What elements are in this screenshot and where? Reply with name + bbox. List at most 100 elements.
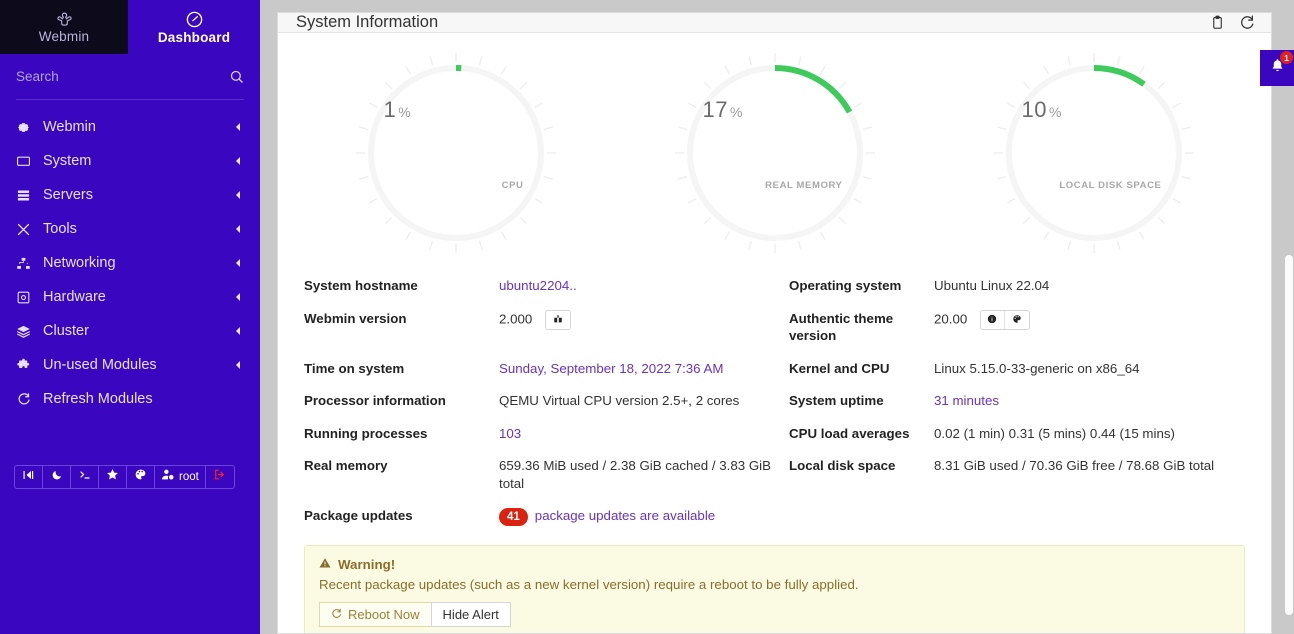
sidebar-item-hardware[interactable]: Hardware [0,280,260,314]
gauge-real-memory-label: REAL MEMORY [765,180,843,191]
sidebar-item-cluster-label: Cluster [43,323,89,339]
gauge-cpu-value: 1% [383,97,412,122]
dark-mode-button[interactable] [43,466,71,488]
clipboard-icon[interactable] [1210,14,1225,31]
notifications-tab[interactable]: 1 [1260,50,1294,86]
value-operating-system: Ubuntu Linux 22.04 [934,278,1050,293]
sidebar-item-networking-label: Networking [43,255,116,271]
monitor-icon [14,154,32,169]
value-package-updates: 41 package updates are available [499,499,789,533]
gauge-local-disk-space-unit: % [1048,104,1062,120]
resource-gauges: 1% CPU 17% REAL MEMORY 10 % LOCAL DISK S… [296,41,1253,259]
chevron-left-icon [234,190,242,200]
authentic-theme-version-text: 20.00 [934,311,968,327]
chevron-left-icon [234,292,242,302]
warning-message: Recent package updates (such as a new ke… [319,577,859,593]
chevron-left-icon [234,156,242,166]
running-processes-link[interactable]: 103 [499,426,521,441]
label-real-memory: Real memory [304,458,388,474]
sidebar-item-system[interactable]: System [0,144,260,178]
logout-arrow-icon [213,468,226,486]
value-system-uptime: 31 minutes [934,384,1245,417]
hard-drive-icon [14,290,32,305]
webmin-package-button[interactable] [545,310,570,329]
content-area: System Information 1 % CPU 17 % REAL MEM… [260,0,1294,634]
sidebar-item-tools-label: Tools [43,221,77,237]
reboot-now-button[interactable]: Reboot Now [319,602,431,628]
label-package-updates: Package updates [304,508,413,524]
hide-alert-button[interactable]: Hide Alert [430,602,511,628]
sidebar-item-system-label: System [43,153,92,169]
label-processor-information: Processor information [304,393,446,409]
search-input[interactable] [16,69,229,84]
brand-tab-dashboard[interactable]: Dashboard [128,0,260,54]
sidebar-item-unused-modules-label: Un-used Modules [43,357,157,373]
sidebar-item-refresh-modules[interactable]: Refresh Modules [0,382,260,416]
label-time-on-system: Time on system [304,360,405,376]
panel-header: System Information [278,13,1271,33]
crossed-tools-icon [14,222,32,237]
sidebar-item-tools[interactable]: Tools [0,212,260,246]
terminal-button[interactable] [71,466,99,488]
palette-icon [134,468,147,486]
panel-actions [1210,14,1255,31]
theme-palette-button[interactable] [1004,310,1029,329]
sidebar-item-cluster[interactable]: Cluster [0,314,260,348]
refresh-icon[interactable] [1239,14,1255,31]
network-tree-icon [14,256,32,271]
gauge-real-memory-value: 17% [702,97,743,122]
system-uptime-link[interactable]: 31 minutes [934,393,999,408]
package-updates-link[interactable]: package updates are available [535,508,715,523]
chevron-left-icon [234,258,242,268]
value-kernel-and-cpu: Linux 5.15.0-33-generic on x86_64 [934,360,1140,376]
panel-body: 1% CPU 17% REAL MEMORY 10 % LOCAL DISK S… [278,33,1271,633]
theme-version-buttons [979,309,1030,330]
brand-tab-bar: Webmin Dashboard [0,0,260,54]
label-running-processes: Running processes [304,425,428,441]
search-icon[interactable] [229,69,244,84]
logout-button[interactable] [206,466,234,488]
sidebar-item-servers[interactable]: Servers [0,178,260,212]
theme-palette-button[interactable] [127,466,155,488]
chevron-left-icon [234,224,242,234]
collapse-sidebar-button[interactable] [15,466,43,488]
value-authentic-theme-version: 20.00 [934,302,1245,352]
package-icon [553,311,563,329]
sidebar-item-webmin-label: Webmin [43,119,96,135]
warning-title: Warning! [338,557,396,573]
sidebar-item-unused-modules[interactable]: Un-used Modules [0,348,260,382]
value-local-disk-space: 8.31 GiB used / 70.36 GiB free / 78.68 G… [934,458,1215,474]
spacer-cell-1 [789,499,934,533]
notification-count-badge: 1 [1280,51,1293,64]
gauge-real-memory: 17% REAL MEMORY [669,47,881,259]
page-scrollbar[interactable] [1284,0,1294,634]
spacer-cell-2 [934,499,1245,533]
time-on-system-link[interactable]: Sunday, September 18, 2022 7:36 AM [499,361,723,376]
label-authentic-theme-version: Authentic theme version [789,310,894,344]
favorites-button[interactable] [99,466,127,488]
chevron-left-icon [234,360,242,370]
scrollbar-thumb[interactable] [1285,255,1293,615]
terminal-icon [78,468,92,486]
system-hostname-link[interactable]: ubuntu2204.. [499,278,577,293]
sidebar-item-refresh-modules-label: Refresh Modules [43,391,153,407]
theme-info-button[interactable] [980,310,1005,329]
layers-icon [14,324,32,339]
warning-triangle-icon [319,557,331,572]
brand-tab-webmin[interactable]: Webmin [0,0,128,54]
value-system-hostname: ubuntu2204.. [499,269,789,302]
dashboard-gauge-icon [185,10,204,29]
gauge-real-memory-unit: % [729,104,743,120]
user-gear-icon [161,468,175,486]
brand-tab-webmin-label: Webmin [38,28,90,44]
gauge-local-disk-space: 10% LOCAL DISK SPACE [988,47,1200,259]
gauge-cpu-svg [355,53,556,253]
user-account-button[interactable]: root [155,466,206,488]
label-local-disk-space: Local disk space [789,458,896,474]
sidebar-item-webmin[interactable]: Webmin [0,110,260,144]
label-system-hostname: System hostname [304,278,418,293]
sidebar-item-networking[interactable]: Networking [0,246,260,280]
refresh-icon [14,392,32,407]
value-time-on-system: Sunday, September 18, 2022 7:36 AM [499,352,789,385]
sidebar: Webmin Dashboard Search Webmin System Se… [0,0,260,634]
